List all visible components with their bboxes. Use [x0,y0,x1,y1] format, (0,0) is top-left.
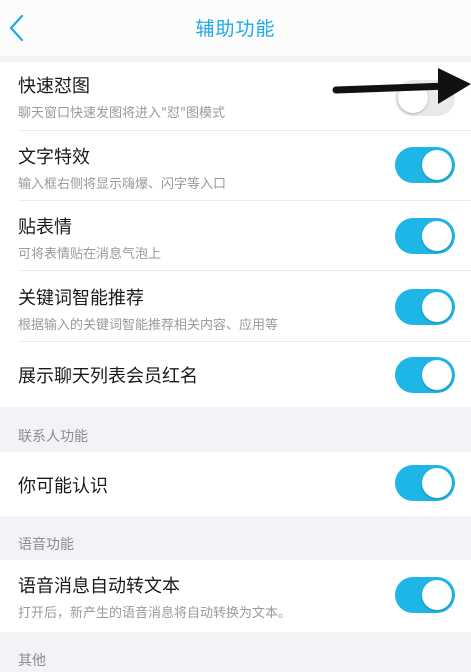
toggle-knob [422,468,452,498]
section-title-contacts: 联系人功能 [18,429,88,445]
toggle-keyword-recommend[interactable] [395,289,455,325]
setting-description: 根据输入的关键词智能推荐相关内容、应用等 [18,318,279,333]
setting-row-text-effects: 文字特效 输入框右侧将显示嗨爆、闪字等入口 [0,131,471,201]
page-title: 辅助功能 [195,18,276,40]
setting-row-keyword-recommend: 关键词智能推荐 根据输入的关键词智能推荐相关内容、应用等 [0,271,471,342]
section-title-other: 其他 [18,653,46,669]
setting-row-voice-to-text: 语音消息自动转文本 打开后，新产生的语音消息将自动转换为文本。 [0,560,471,632]
toggle-knob [422,292,452,322]
settings-card-voice: 语音消息自动转文本 打开后，新产生的语音消息将自动转换为文本。 [0,560,471,632]
setting-label: 展示聊天列表会员红名 [18,366,198,387]
toggle-vip-red-name[interactable] [395,357,455,393]
toggle-people-you-may-know[interactable] [395,465,455,501]
section-title-voice: 语音功能 [18,537,74,553]
toggle-knob [422,150,452,180]
setting-description: 可将表情贴在消息气泡上 [18,247,162,262]
toggle-sticker[interactable] [395,218,455,254]
header: 辅助功能 [0,0,471,56]
setting-row-vip-red-name: 展示聊天列表会员红名 [0,342,471,407]
settings-card-main: 快速怼图 聊天窗口快速发图将进入"怼"图模式 文字特效 输入框右侧将显示嗨爆、闪… [0,62,471,407]
setting-description: 聊天窗口快速发图将进入"怼"图模式 [18,106,225,121]
setting-label: 快速怼图 [18,76,90,97]
setting-label: 关键词智能推荐 [18,288,144,309]
setting-row-sticker: 贴表情 可将表情贴在消息气泡上 [0,201,471,271]
toggle-knob [422,360,452,390]
setting-row-people-you-may-know: 你可能认识 [0,452,471,516]
toggle-knob [422,221,452,251]
setting-label: 文字特效 [18,147,90,168]
toggle-text-effects[interactable] [395,147,455,183]
setting-description: 打开后，新产生的语音消息将自动转换为文本。 [18,606,292,621]
annotation-arrow-icon [332,68,471,104]
toggle-voice-to-text[interactable] [395,577,455,613]
setting-label: 语音消息自动转文本 [18,576,180,597]
toggle-knob [422,580,452,610]
setting-label: 贴表情 [18,217,72,238]
setting-description: 输入框右侧将显示嗨爆、闪字等入口 [18,177,227,192]
settings-card-contacts: 你可能认识 [0,452,471,516]
setting-label: 你可能认识 [18,476,108,497]
